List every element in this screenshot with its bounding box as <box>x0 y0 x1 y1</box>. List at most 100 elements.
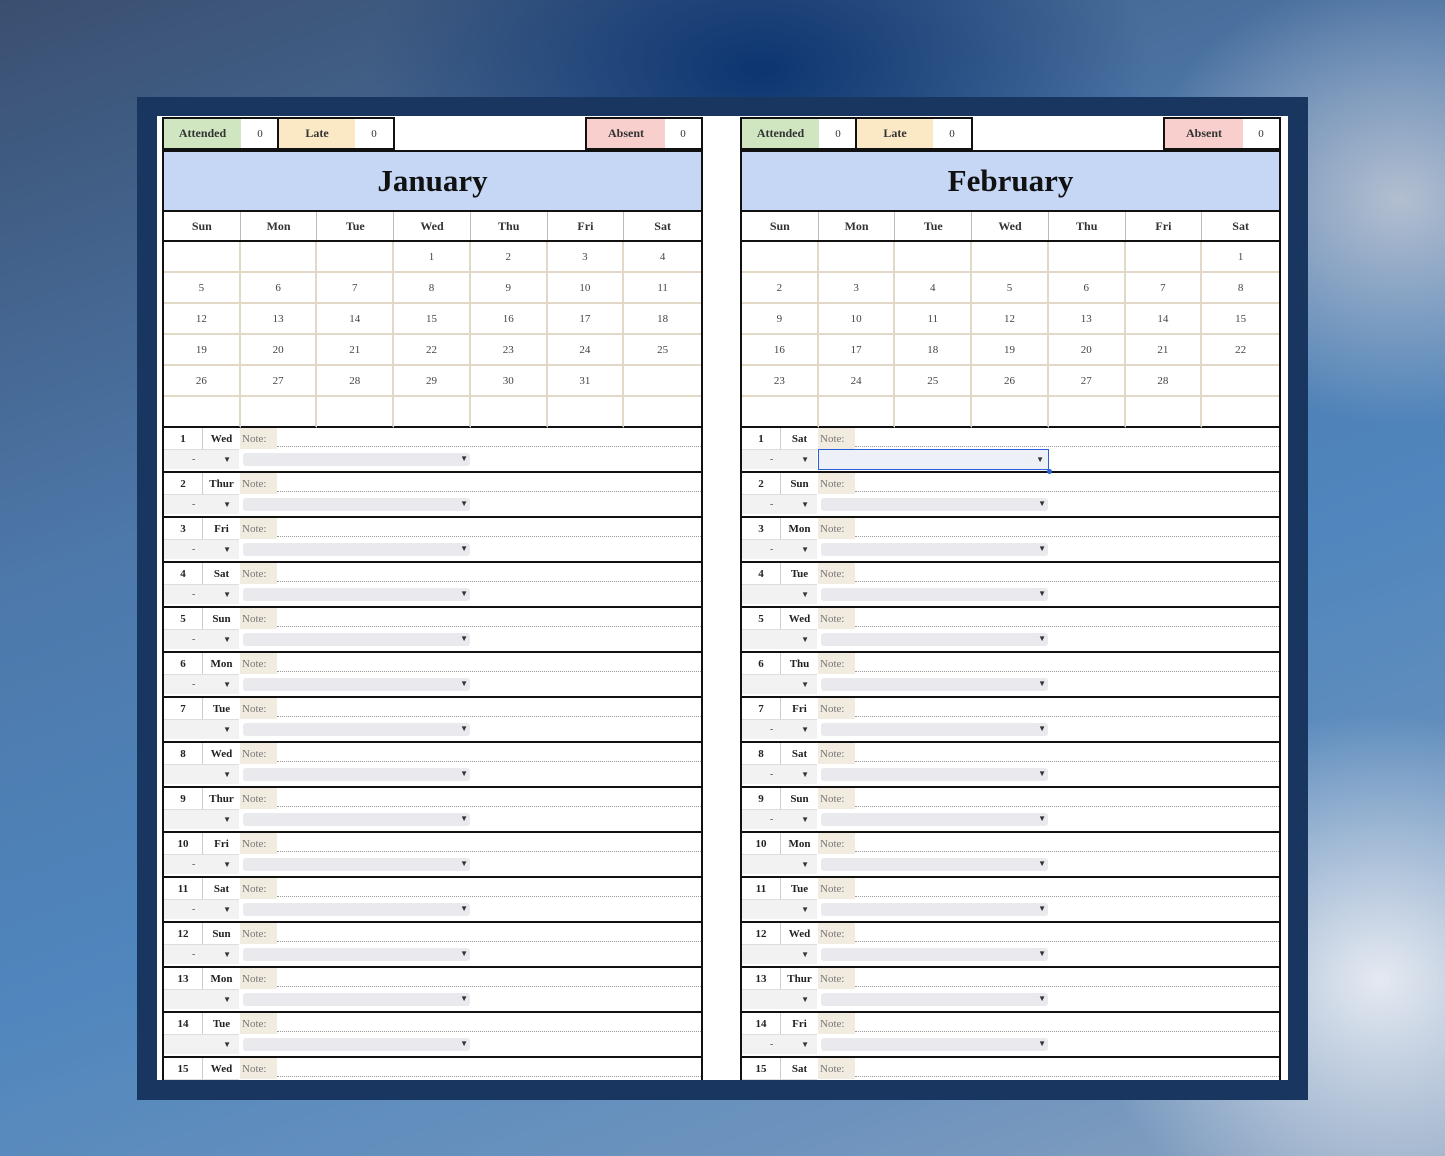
note-field[interactable] <box>277 428 701 447</box>
chevron-down-icon[interactable]: ▼ <box>223 815 231 824</box>
reason-select-field[interactable]: ▼ <box>243 722 470 736</box>
note-field[interactable] <box>855 563 1279 582</box>
calendar-date-cell[interactable]: 25 <box>895 366 973 397</box>
attendance-status-dropdown[interactable]: ▼ <box>742 674 817 694</box>
attendance-status-dropdown[interactable]: - ▼ <box>742 809 817 829</box>
chevron-down-icon[interactable]: ▼ <box>223 635 231 644</box>
calendar-date-cell[interactable]: 7 <box>317 273 395 304</box>
chevron-down-icon[interactable]: ▼ <box>801 500 809 509</box>
reason-select-dropdown[interactable]: ▼ <box>818 719 1279 739</box>
chevron-down-icon[interactable]: ▼ <box>1038 499 1046 508</box>
reason-select-dropdown[interactable]: ▼ <box>818 539 1279 559</box>
chevron-down-icon[interactable]: ▼ <box>1038 634 1046 643</box>
calendar-date-cell[interactable]: 21 <box>1125 335 1203 366</box>
calendar-date-cell[interactable]: 27 <box>240 366 318 397</box>
chevron-down-icon[interactable]: ▼ <box>1038 1039 1046 1048</box>
chevron-down-icon[interactable]: ▼ <box>801 905 809 914</box>
chevron-down-icon[interactable]: ▼ <box>460 589 468 598</box>
calendar-date-cell[interactable]: 5 <box>972 273 1049 304</box>
reason-select-field[interactable]: ▼ <box>243 497 470 511</box>
attendance-status-dropdown[interactable]: - ▼ <box>742 1034 817 1054</box>
reason-select-dropdown[interactable]: ▼ <box>818 629 1279 649</box>
note-field[interactable] <box>855 473 1279 492</box>
note-field[interactable] <box>855 698 1279 717</box>
calendar-date-cell[interactable] <box>547 397 625 428</box>
calendar-date-cell[interactable]: 17 <box>818 335 896 366</box>
reason-select-dropdown[interactable]: ▼ <box>240 539 701 559</box>
chevron-down-icon[interactable]: ▼ <box>1038 589 1046 598</box>
reason-select-dropdown[interactable]: ▼ <box>240 629 701 649</box>
reason-select-field[interactable]: ▼ <box>821 767 1048 781</box>
chevron-down-icon[interactable]: ▼ <box>801 590 809 599</box>
reason-select-dropdown[interactable]: ▼ <box>240 494 701 514</box>
attendance-status-dropdown[interactable]: - ▼ <box>164 584 239 604</box>
calendar-date-cell[interactable]: 31 <box>547 366 625 397</box>
attendance-status-dropdown[interactable]: - ▼ <box>164 494 239 514</box>
chevron-down-icon[interactable]: ▼ <box>1038 724 1046 733</box>
calendar-date-cell[interactable]: 3 <box>547 242 625 273</box>
calendar-date-cell[interactable]: 22 <box>1202 335 1279 366</box>
chevron-down-icon[interactable]: ▼ <box>223 995 231 1004</box>
note-field[interactable] <box>855 653 1279 672</box>
calendar-date-cell[interactable]: 19 <box>972 335 1049 366</box>
chevron-down-icon[interactable]: ▼ <box>801 680 809 689</box>
calendar-date-cell[interactable]: 23 <box>470 335 548 366</box>
calendar-date-cell[interactable]: 4 <box>895 273 973 304</box>
attendance-status-dropdown[interactable]: - ▼ <box>742 764 817 784</box>
calendar-date-cell[interactable] <box>972 242 1049 273</box>
calendar-date-cell[interactable]: 28 <box>317 366 395 397</box>
note-field[interactable] <box>855 1013 1279 1032</box>
chevron-down-icon[interactable]: ▼ <box>460 634 468 643</box>
reason-select-field[interactable]: ▼ <box>243 947 470 961</box>
attendance-status-dropdown[interactable]: - ▼ <box>742 719 817 739</box>
calendar-date-cell[interactable] <box>1202 397 1279 428</box>
calendar-date-cell[interactable] <box>742 242 819 273</box>
reason-select-dropdown[interactable]: ▼ <box>818 809 1279 829</box>
calendar-date-cell[interactable]: 9 <box>470 273 548 304</box>
chevron-down-icon[interactable]: ▼ <box>1038 814 1046 823</box>
reason-select-dropdown[interactable]: ▼ <box>818 854 1279 874</box>
attendance-status-dropdown[interactable]: ▼ <box>164 764 239 784</box>
calendar-date-cell[interactable]: 18 <box>624 304 701 335</box>
note-field[interactable] <box>277 518 701 537</box>
calendar-date-cell[interactable] <box>818 397 896 428</box>
reason-select-dropdown[interactable]: ▼ <box>818 989 1279 1009</box>
calendar-date-cell[interactable]: 16 <box>470 304 548 335</box>
chevron-down-icon[interactable]: ▼ <box>223 905 231 914</box>
reason-select-dropdown[interactable]: ▼ <box>818 1034 1279 1054</box>
calendar-date-cell[interactable] <box>1125 242 1203 273</box>
chevron-down-icon[interactable]: ▼ <box>460 949 468 958</box>
calendar-date-cell[interactable]: 4 <box>624 242 701 273</box>
calendar-date-cell[interactable]: 20 <box>240 335 318 366</box>
calendar-date-cell[interactable]: 28 <box>1125 366 1203 397</box>
reason-select-dropdown[interactable]: ▼ <box>818 448 1279 474</box>
note-field[interactable] <box>855 518 1279 537</box>
reason-select-field[interactable]: ▼ <box>243 992 470 1006</box>
calendar-date-cell[interactable]: 24 <box>547 335 625 366</box>
chevron-down-icon[interactable]: ▼ <box>460 454 468 463</box>
reason-select-field[interactable]: ▼ <box>243 542 470 556</box>
chevron-down-icon[interactable]: ▼ <box>1038 949 1046 958</box>
calendar-date-cell[interactable]: 27 <box>1048 366 1126 397</box>
attendance-status-dropdown[interactable]: ▼ <box>164 989 239 1009</box>
calendar-date-cell[interactable]: 18 <box>895 335 973 366</box>
attendance-status-dropdown[interactable]: ▼ <box>742 944 817 964</box>
reason-select-field[interactable]: ▼ <box>821 542 1048 556</box>
calendar-date-cell[interactable] <box>394 397 471 428</box>
calendar-date-cell[interactable]: 12 <box>972 304 1049 335</box>
calendar-date-cell[interactable]: 25 <box>624 335 701 366</box>
attendance-status-dropdown[interactable]: ▼ <box>742 899 817 919</box>
chevron-down-icon[interactable]: ▼ <box>460 904 468 913</box>
chevron-down-icon[interactable]: ▼ <box>1036 455 1044 464</box>
calendar-date-cell[interactable] <box>895 397 973 428</box>
reason-select-field[interactable]: ▼ <box>243 1037 470 1051</box>
note-field[interactable] <box>855 923 1279 942</box>
calendar-date-cell[interactable] <box>818 242 896 273</box>
calendar-date-cell[interactable] <box>895 242 973 273</box>
calendar-date-cell[interactable]: 14 <box>317 304 395 335</box>
calendar-date-cell[interactable]: 8 <box>394 273 471 304</box>
chevron-down-icon[interactable]: ▼ <box>1038 859 1046 868</box>
calendar-date-cell[interactable]: 15 <box>394 304 471 335</box>
reason-select-field[interactable]: ▼ <box>243 677 470 691</box>
chevron-down-icon[interactable]: ▼ <box>801 545 809 554</box>
